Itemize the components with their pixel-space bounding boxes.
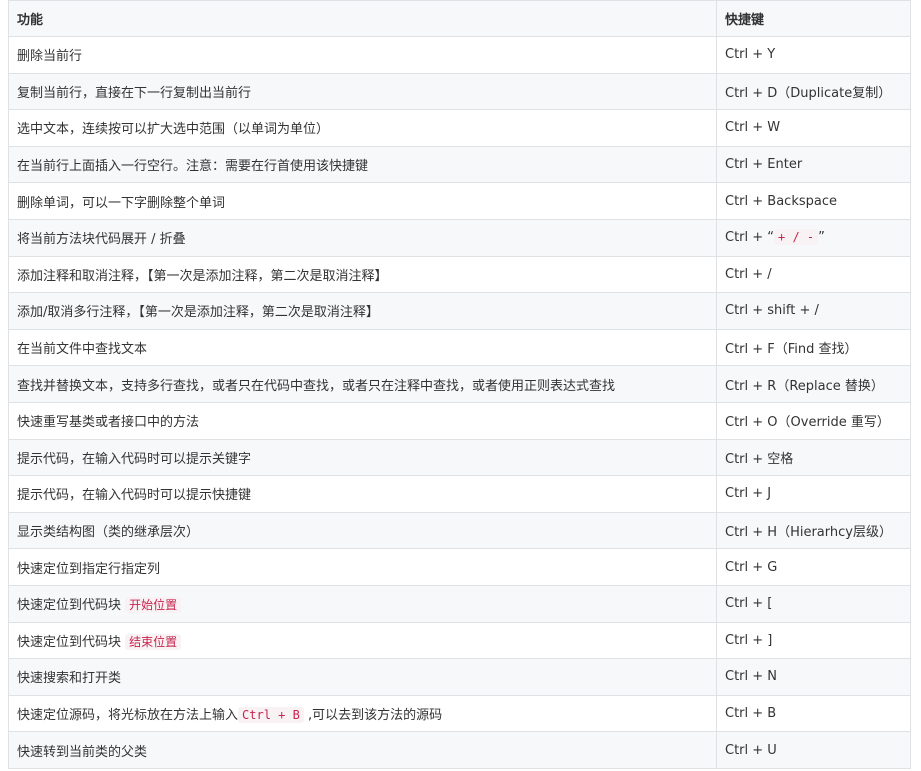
inline-code: Ctrl + B: [238, 706, 304, 723]
table-row: 查找并替换文本，支持多行查找，或者只在代码中查找，或者只在注释中查找，或者使用正…: [8, 365, 911, 403]
feature-cell: 快速搜索和打开类: [8, 658, 717, 696]
shortcut-cell: Ctrl + U: [716, 731, 911, 769]
shortcut-text: ”: [818, 230, 825, 246]
feature-text: 快速定位到代码块: [17, 598, 126, 614]
shortcut-cell: Ctrl + D（Duplicate复制）: [716, 72, 911, 111]
feature-cell: 在当前行上面插入一行空行。注意：需要在行首使用该快捷键: [8, 145, 717, 184]
table-row: 在当前行上面插入一行空行。注意：需要在行首使用该快捷键 Ctrl + Enter: [8, 145, 911, 184]
feature-text: 快速定位源码，将光标放在方法上输入: [17, 707, 239, 723]
table-row: 快速定位到代码块 结束位置 Ctrl + ]: [8, 621, 911, 660]
feature-cell: 快速定位到代码块 结束位置: [8, 621, 717, 660]
feature-cell: 快速定位源码，将光标放在方法上输入 Ctrl + B ,可以去到该方法的源码: [8, 694, 717, 733]
shortcut-cell: Ctrl + Enter: [716, 145, 911, 184]
table-row: 删除当前行 Ctrl + Y: [8, 36, 911, 74]
table-row: 快速搜索和打开类 Ctrl + N: [8, 658, 911, 696]
feature-cell: 快速定位到指定行指定列: [8, 548, 717, 586]
feature-cell: 提示代码，在输入代码时可以提示快捷键: [8, 475, 717, 513]
shortcut-cell: Ctrl + N: [716, 658, 911, 696]
feature-cell: 在当前文件中查找文本: [8, 328, 717, 367]
shortcut-cell: Ctrl + G: [716, 548, 911, 586]
shortcut-text: Ctrl + “: [725, 230, 775, 246]
header-row: 功能 快捷键: [8, 0, 911, 37]
feature-cell: 添加注释和取消注释，【第一次是添加注释，第二次是取消注释】: [8, 255, 717, 294]
feature-cell: 删除单词，可以一下字删除整个单词: [8, 182, 717, 220]
feature-cell: 添加/取消多行注释，【第一次是添加注释，第二次是取消注释】: [8, 292, 717, 330]
shortcut-cell: Ctrl + Y: [716, 36, 911, 74]
table-row: 提示代码，在输入代码时可以提示快捷键 Ctrl + J: [8, 475, 911, 513]
feature-cell: 快速转到当前类的父类: [8, 731, 717, 769]
table-row: 快速重写基类或者接口中的方法 Ctrl + O（Override 重写）: [8, 401, 911, 440]
feature-cell: 选中文本，连续按可以扩大选中范围（以单词为单位）: [8, 109, 717, 147]
shortcut-cell: Ctrl + J: [716, 475, 911, 513]
shortcut-cell: Ctrl + B: [716, 694, 911, 733]
shortcut-cell: Ctrl + shift + /: [716, 292, 911, 330]
table-row: 显示类结构图（类的继承层次） Ctrl + H（Hierarhcy层级）: [8, 511, 911, 550]
feature-text: 快速定位到代码块: [17, 634, 126, 650]
shortcut-cell: Ctrl + /: [716, 255, 911, 294]
shortcut-cell: Ctrl + F（Find 查找）: [716, 328, 911, 367]
table-row: 复制当前行，直接在下一行复制出当前行 Ctrl + D（Duplicate复制）: [8, 72, 911, 111]
table-row: 快速定位到指定行指定列 Ctrl + G: [8, 548, 911, 586]
table-row: 选中文本，连续按可以扩大选中范围（以单词为单位） Ctrl + W: [8, 109, 911, 147]
feature-cell: 显示类结构图（类的继承层次）: [8, 511, 717, 550]
table-header: 功能 快捷键: [8, 0, 911, 37]
shortcut-cell: Ctrl + “+ / -”: [716, 218, 911, 257]
table-row: 删除单词，可以一下字删除整个单词 Ctrl + Backspace: [8, 182, 911, 220]
feature-column-header: 功能: [8, 0, 717, 37]
feature-cell: 提示代码，在输入代码时可以提示关键字: [8, 438, 717, 477]
feature-cell: 删除当前行: [8, 36, 717, 74]
table-row: 添加注释和取消注释，【第一次是添加注释，第二次是取消注释】 Ctrl + /: [8, 255, 911, 294]
shortcut-cell: Ctrl + H（Hierarhcy层级）: [716, 511, 911, 550]
table-row: 快速转到当前类的父类 Ctrl + U: [8, 731, 911, 769]
inline-code: 结束位置: [125, 633, 182, 650]
table-body: 删除当前行 Ctrl + Y 复制当前行，直接在下一行复制出当前行 Ctrl +…: [8, 36, 911, 769]
feature-cell: 快速重写基类或者接口中的方法: [8, 401, 717, 440]
feature-cell: 将当前方法块代码展开 / 折叠: [8, 218, 717, 257]
table-row: 在当前文件中查找文本 Ctrl + F（Find 查找）: [8, 328, 911, 367]
shortcut-cell: Ctrl + Backspace: [716, 182, 911, 220]
shortcut-cell: Ctrl + O（Override 重写）: [716, 401, 911, 440]
table-row: 快速定位源码，将光标放在方法上输入 Ctrl + B ,可以去到该方法的源码 Ct…: [8, 694, 911, 733]
inline-code: + / -: [774, 229, 819, 246]
table-row: 添加/取消多行注释，【第一次是添加注释，第二次是取消注释】 Ctrl + shi…: [8, 292, 911, 330]
feature-cell: 快速定位到代码块 开始位置: [8, 584, 717, 623]
feature-cell: 复制当前行，直接在下一行复制出当前行: [8, 72, 717, 111]
shortcut-cell: Ctrl + ]: [716, 621, 911, 660]
table-row: 将当前方法块代码展开 / 折叠 Ctrl + “+ / -”: [8, 218, 911, 257]
shortcut-cell: Ctrl + R（Replace 替换）: [716, 365, 911, 403]
table-row: 提示代码，在输入代码时可以提示关键字 Ctrl + 空格: [8, 438, 911, 477]
shortcut-table: 功能 快捷键 删除当前行 Ctrl + Y 复制当前行，直接在下一行复制出当前行…: [8, 0, 911, 769]
shortcut-cell: Ctrl + [: [716, 584, 911, 623]
inline-code: 开始位置: [125, 597, 182, 614]
shortcut-column-header: 快捷键: [716, 0, 911, 37]
feature-text: ,可以去到该方法的源码: [303, 707, 443, 723]
shortcut-cell: Ctrl + 空格: [716, 438, 911, 477]
table-row: 快速定位到代码块 开始位置 Ctrl + [: [8, 584, 911, 623]
shortcut-cell: Ctrl + W: [716, 109, 911, 147]
feature-cell: 查找并替换文本，支持多行查找，或者只在代码中查找，或者只在注释中查找，或者使用正…: [8, 365, 717, 403]
